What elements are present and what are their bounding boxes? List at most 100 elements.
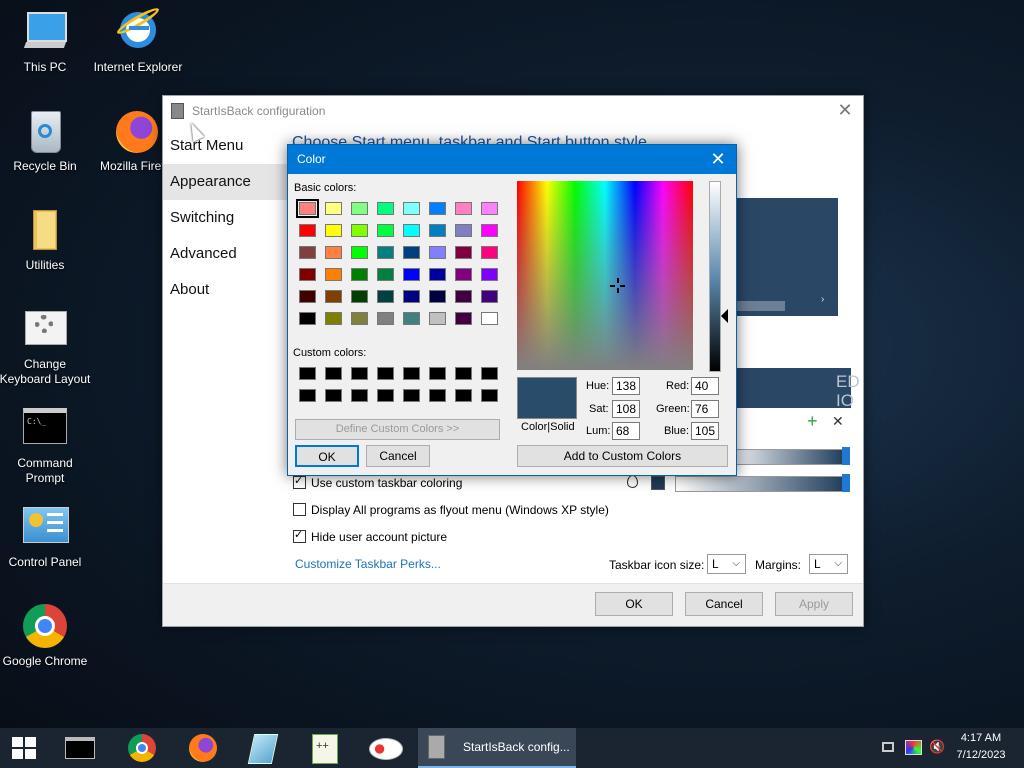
basic-color-swatch[interactable] [299,290,316,303]
checkbox[interactable] [293,474,306,489]
option-hide-user-picture[interactable]: Hide user account picture [293,528,447,548]
nav-item-advanced[interactable]: Advanced [163,236,289,272]
basic-color-swatch[interactable] [296,199,319,218]
custom-color-swatch[interactable] [325,389,342,402]
custom-color-swatch[interactable] [481,389,498,402]
basic-color-swatch[interactable] [455,268,472,281]
basic-color-swatch[interactable] [325,268,342,281]
basic-color-swatch[interactable] [325,290,342,303]
nav-item-start-menu[interactable]: Start Menu [163,128,289,164]
custom-color-swatch[interactable] [429,389,446,402]
basic-color-swatch[interactable] [429,202,446,215]
basic-color-swatch[interactable] [429,268,446,281]
basic-color-swatch[interactable] [325,202,342,215]
custom-color-swatch[interactable] [325,367,342,380]
basic-color-swatch[interactable] [351,290,368,303]
checkbox[interactable] [293,528,306,543]
custom-color-swatch[interactable] [455,389,472,402]
window-titlebar[interactable]: StartIsBack configuration ✕ [163,96,863,126]
custom-color-swatch[interactable] [377,367,394,380]
green-input[interactable]: 76 [691,400,719,418]
basic-color-swatch[interactable] [351,246,368,259]
remove-icon[interactable]: ✕ [832,413,844,430]
basic-color-swatch[interactable] [325,224,342,237]
customize-taskbar-perks-link[interactable]: Customize Taskbar Perks... [295,557,441,571]
add-to-custom-colors-button[interactable]: Add to Custom Colors [517,445,728,467]
network-icon[interactable] [882,742,894,752]
blue-input[interactable]: 105 [691,422,719,440]
basic-color-swatch[interactable] [455,202,472,215]
desktop-icon-recycle-bin[interactable]: Recycle Bin [0,107,93,174]
basic-color-swatch[interactable] [299,312,316,325]
custom-color-swatch[interactable] [351,389,368,402]
color-chip[interactable] [651,476,665,490]
slider-thumb-1[interactable] [842,447,850,465]
option-flyout-menu[interactable]: Display All programs as flyout menu (Win… [293,503,609,521]
basic-color-swatch[interactable] [429,290,446,303]
custom-color-swatch[interactable] [377,389,394,402]
basic-color-swatch[interactable] [481,290,498,303]
desktop-icon-internet-explorer[interactable]: Internet Explorer [90,4,186,75]
checkbox[interactable] [293,503,306,516]
taskbar-chrome[interactable] [118,728,166,768]
taskbar-command-prompt[interactable] [56,728,104,768]
basic-color-swatch[interactable] [403,268,420,281]
basic-color-swatch[interactable] [403,246,420,259]
basic-color-swatch[interactable] [429,246,446,259]
define-custom-colors-button[interactable]: Define Custom Colors >> [295,419,500,440]
custom-color-swatch[interactable] [481,367,498,380]
desktop-icon-this-pc[interactable]: This PC [0,8,93,75]
sat-input[interactable]: 108 [612,400,640,418]
custom-color-swatch[interactable] [299,389,316,402]
basic-color-swatch[interactable] [481,224,498,237]
custom-color-swatch[interactable] [351,367,368,380]
nav-item-appearance[interactable]: Appearance [163,164,289,200]
desktop-icon-command-prompt[interactable]: C:\_ Command Prompt [0,404,93,486]
cancel-button[interactable]: Cancel [685,592,763,616]
basic-color-swatch[interactable] [403,290,420,303]
basic-color-swatch[interactable] [377,290,394,303]
basic-color-swatch[interactable] [377,268,394,281]
basic-color-swatch[interactable] [455,224,472,237]
basic-color-swatch[interactable] [351,268,368,281]
basic-color-swatch[interactable] [377,246,394,259]
display-icon[interactable] [905,740,922,755]
dialog-cancel-button[interactable]: Cancel [366,445,430,467]
color-spectrum[interactable] [517,181,693,370]
custom-color-swatch[interactable] [455,367,472,380]
clock-date[interactable]: 7/12/2023 [948,749,1014,761]
volume-muted-icon[interactable]: 🔇 [929,739,945,755]
nav-item-about[interactable]: About [163,272,289,308]
taskbar-paint-app[interactable] [361,728,409,768]
basic-color-swatch[interactable] [377,312,394,325]
start-button[interactable] [0,728,48,768]
basic-color-swatch[interactable] [455,312,472,325]
basic-color-swatch[interactable] [299,224,316,237]
slider-thumb-2[interactable] [842,474,850,492]
basic-color-swatch[interactable] [481,246,498,259]
basic-color-swatch[interactable] [377,224,394,237]
color-slider-2[interactable] [675,476,843,492]
basic-color-swatch[interactable] [403,312,420,325]
luminance-bar[interactable] [709,181,721,372]
desktop-icon-control-panel[interactable]: Control Panel [0,503,93,570]
add-icon[interactable]: + [807,411,818,432]
taskbar-icon-size-select[interactable]: L ⌵ [707,554,746,574]
dialog-titlebar[interactable]: Color ✕ [288,145,736,174]
taskbar-editor-app[interactable]: ++ [300,728,348,768]
custom-color-swatch[interactable] [403,367,420,380]
margins-select[interactable]: L ⌵ [809,554,848,574]
taskbar-notes-app[interactable] [239,728,287,768]
basic-color-swatch[interactable] [299,246,316,259]
red-input[interactable]: 40 [691,377,719,395]
basic-color-swatch[interactable] [351,202,368,215]
basic-color-swatch[interactable] [377,202,394,215]
taskbar-startisback-window[interactable]: StartIsBack config... [418,728,576,768]
ok-button[interactable]: OK [595,592,673,616]
taskbar-firefox[interactable] [179,728,227,768]
basic-color-swatch[interactable] [481,268,498,281]
basic-color-swatch[interactable] [455,290,472,303]
basic-color-swatch[interactable] [429,312,446,325]
option-custom-taskbar-coloring[interactable]: Use custom taskbar coloring [293,474,462,494]
desktop-icon-change-keyboard-layout[interactable]: Change Keyboard Layout [0,305,93,387]
